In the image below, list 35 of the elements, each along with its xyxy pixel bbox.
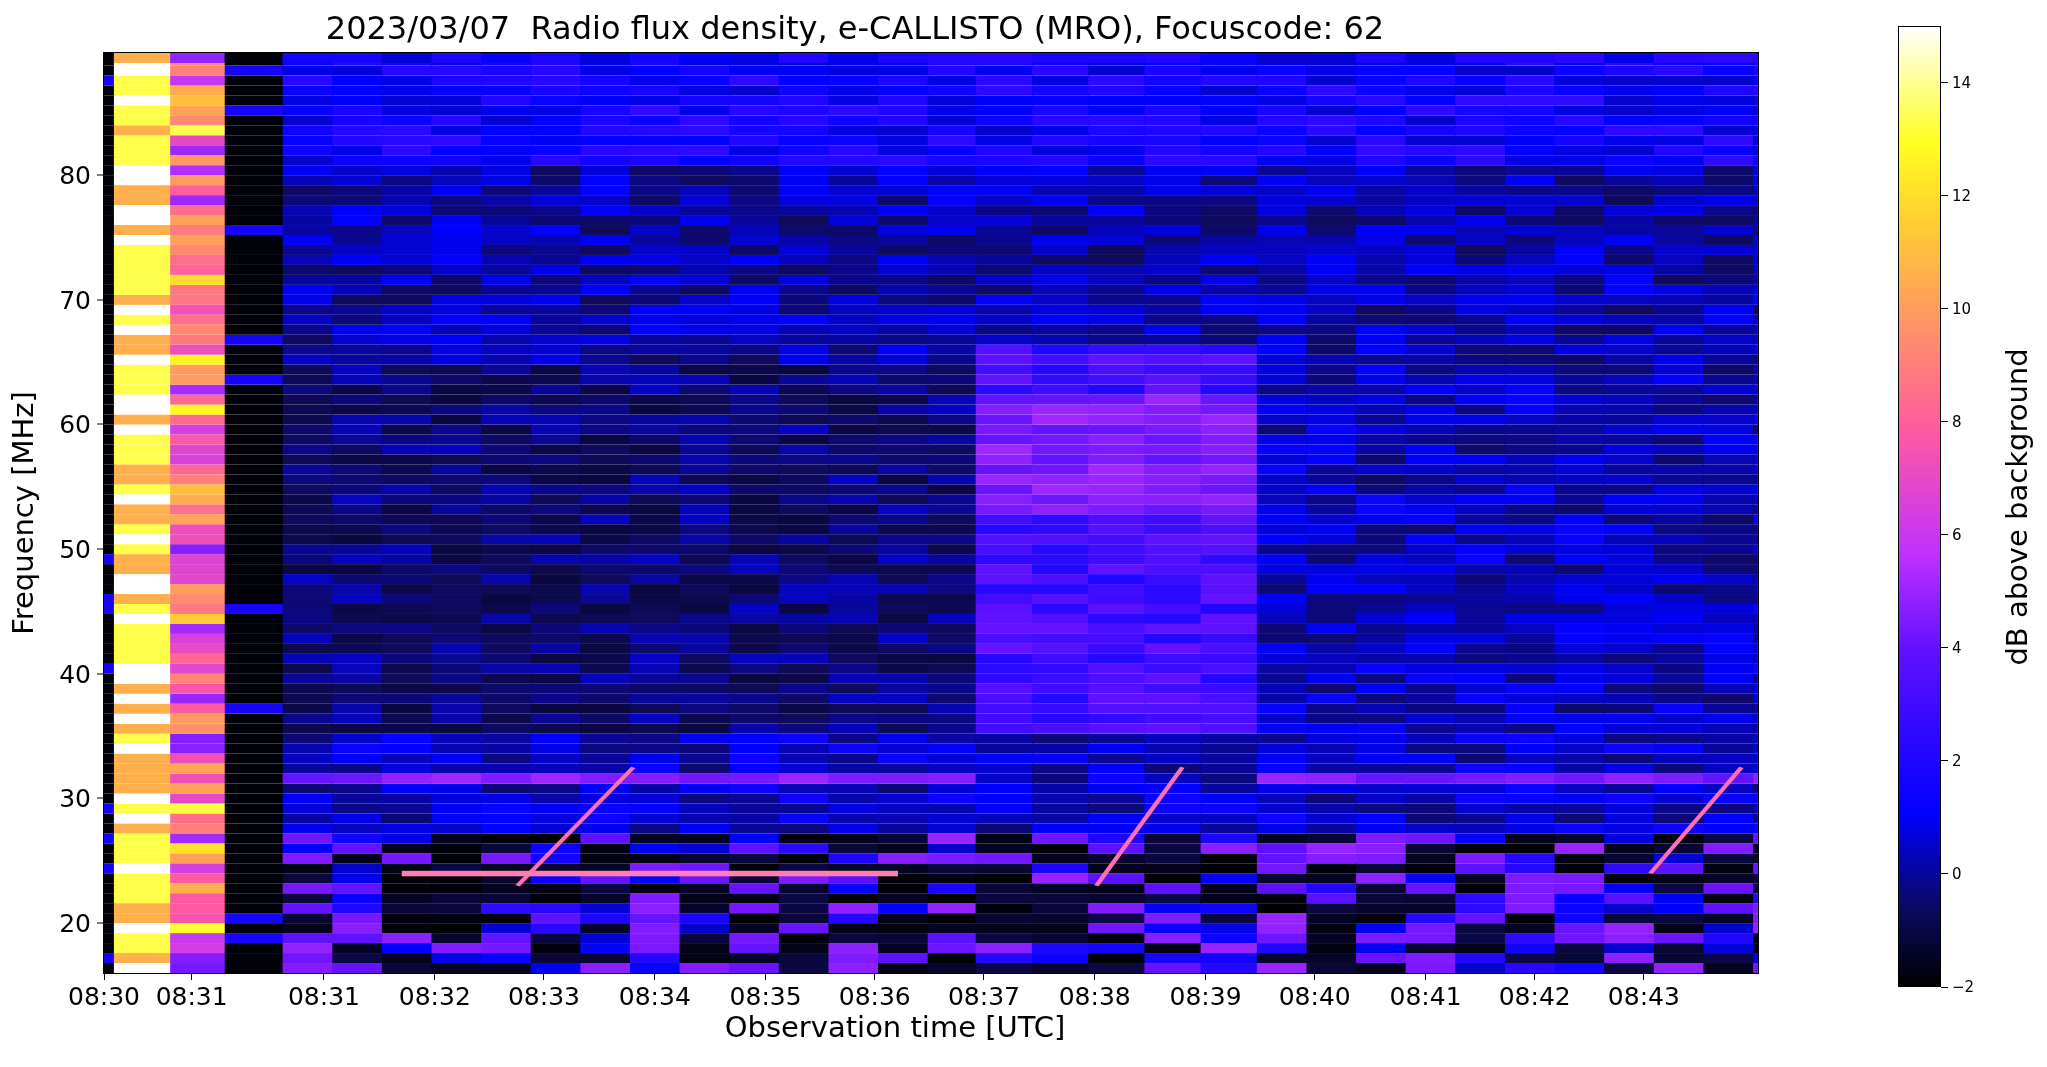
colorbar-tick-label: 6 xyxy=(1952,525,1962,544)
y-tick-label: 60 xyxy=(59,410,91,439)
y-axis-label: Frequency [MHz] xyxy=(6,391,40,635)
colorbar-tick-label: 2 xyxy=(1952,751,1962,770)
y-tick-label: 70 xyxy=(59,285,91,315)
x-tick-label: 08:36 xyxy=(838,982,911,1011)
y-tick-label: 80 xyxy=(59,160,91,190)
x-tick-label: 08:38 xyxy=(1058,982,1131,1011)
colorbar-tick-label: 12 xyxy=(1952,186,1972,205)
colorbar-tick-label: 8 xyxy=(1952,412,1962,431)
y-tick-label: 50 xyxy=(59,534,91,564)
y-tick-label: 20 xyxy=(59,908,91,938)
x-tick-label: 08:43 xyxy=(1607,982,1680,1011)
x-tick-label: 08:33 xyxy=(507,982,580,1011)
x-tick-label: 08:39 xyxy=(1169,982,1242,1011)
x-tick-label: 08:34 xyxy=(618,982,691,1011)
x-tick-label: 08:31 xyxy=(287,982,360,1011)
x-tick-label: 08:41 xyxy=(1389,982,1462,1011)
colorbar-tick-label: 0 xyxy=(1952,864,1962,883)
y-tick-label: 30 xyxy=(59,783,91,813)
x-axis-label: Observation time [UTC] xyxy=(724,1010,1066,1044)
colorbar-label: dB above background xyxy=(2000,347,2034,666)
y-tick-label: 40 xyxy=(59,659,91,689)
x-tick-label: 08:40 xyxy=(1278,982,1351,1011)
colorbar-tick-label: 10 xyxy=(1952,299,1972,318)
colorbar-tick-label: −2 xyxy=(1952,978,1975,996)
chart-title: 2023/03/07 Radio flux density, e-CALLISTO (MRO), Focuscode: 62 xyxy=(325,8,1385,49)
colorbar-tick-label: 14 xyxy=(1952,73,1972,92)
x-tick-label: 08:30 xyxy=(68,982,140,1011)
x-tick-label: 08:35 xyxy=(729,982,802,1011)
x-tick-label: 08:32 xyxy=(398,982,471,1011)
x-tick-label: 08:42 xyxy=(1498,982,1571,1011)
x-tick-label: 08:31 xyxy=(155,982,228,1011)
x-tick-label: 08:37 xyxy=(947,982,1020,1011)
colorbar-tick-label: 4 xyxy=(1952,638,1962,657)
